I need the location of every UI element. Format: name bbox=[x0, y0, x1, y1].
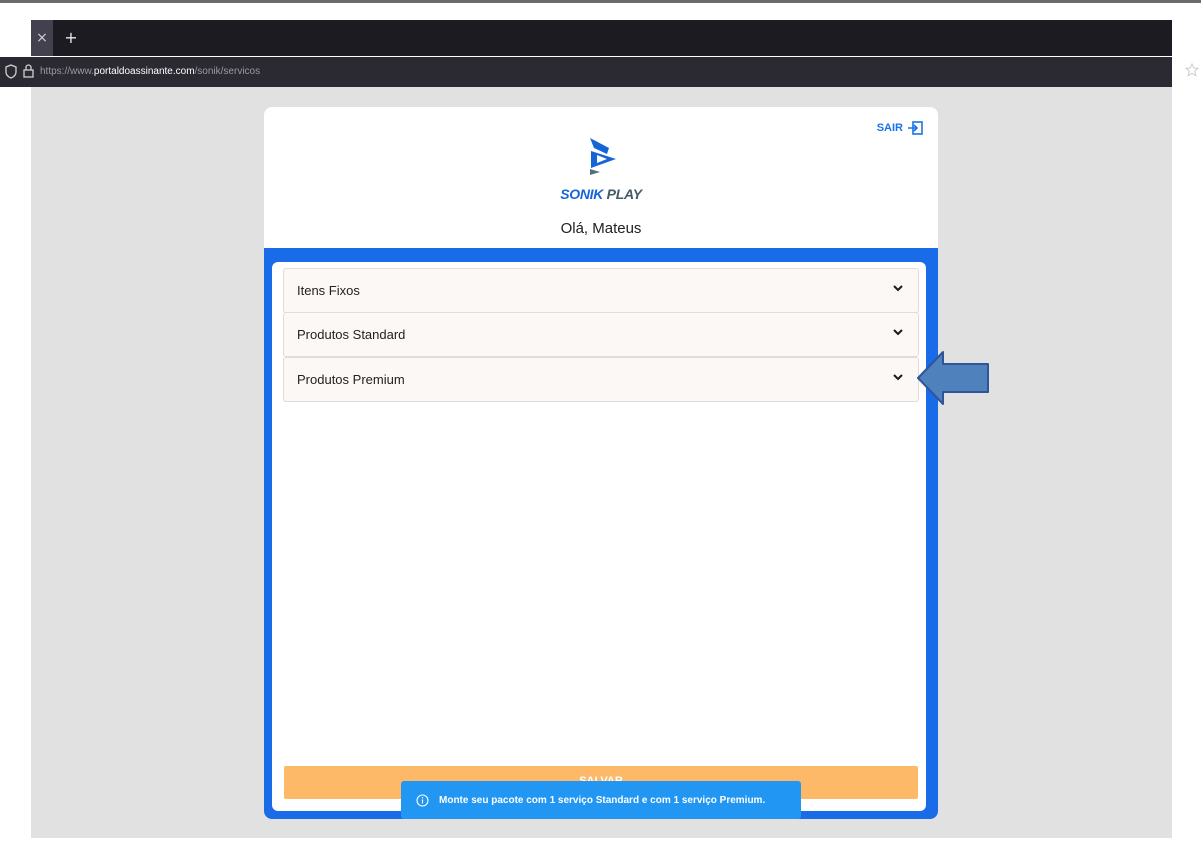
accordion-label: Produtos Standard bbox=[297, 327, 406, 342]
sonik-play-logo-icon bbox=[590, 138, 616, 175]
logout-label: SAIR bbox=[876, 122, 903, 134]
url-text[interactable]: https://www.portaldoassinante.com/sonik/… bbox=[40, 57, 260, 87]
close-tab-button[interactable]: × bbox=[31, 20, 53, 56]
brand-logo bbox=[264, 135, 938, 180]
url-scheme: https://www. bbox=[40, 66, 94, 77]
brand-name-part1: SONIK bbox=[560, 186, 604, 202]
chevron-down-icon bbox=[893, 329, 903, 336]
chevron-down-icon bbox=[893, 374, 903, 381]
brand-name-part2: PLAY bbox=[603, 186, 642, 202]
brand-name: SONIK PLAY bbox=[264, 186, 938, 202]
browser-tab-bar: × + bbox=[31, 20, 1172, 56]
lock-icon[interactable] bbox=[23, 63, 34, 78]
info-icon bbox=[416, 793, 429, 807]
shield-icon[interactable] bbox=[5, 64, 17, 79]
address-bar[interactable]: https://www.portaldoassinante.com/sonik/… bbox=[0, 57, 1172, 87]
bookmark-star-icon[interactable] bbox=[1185, 63, 1199, 77]
chevron-down-icon bbox=[893, 285, 903, 292]
logout-button[interactable]: SAIR bbox=[877, 121, 923, 135]
logout-icon bbox=[908, 121, 923, 135]
info-toast: Monte seu pacote com 1 serviço Standard … bbox=[401, 781, 801, 819]
window-top-border bbox=[0, 0, 1201, 3]
accordion-label: Itens Fixos bbox=[297, 283, 360, 298]
greeting: Olá, Mateus bbox=[560, 220, 642, 237]
accordion-label: Produtos Premium bbox=[297, 372, 405, 387]
accordion-produtos-premium[interactable]: Produtos Premium bbox=[283, 357, 919, 402]
header-card: SAIR SONIK PLAY Olá, Mateus bbox=[264, 107, 938, 252]
url-host: portaldoassinante.com bbox=[93, 66, 195, 77]
url-path: /sonik/servicos bbox=[194, 66, 261, 77]
toast-message: Monte seu pacote com 1 serviço Standard … bbox=[439, 794, 766, 806]
annotation-arrow-icon bbox=[917, 351, 989, 405]
new-tab-button[interactable]: + bbox=[63, 20, 79, 56]
accordion-itens-fixos[interactable]: Itens Fixos bbox=[283, 268, 919, 313]
accordion-produtos-standard[interactable]: Produtos Standard bbox=[283, 312, 919, 357]
